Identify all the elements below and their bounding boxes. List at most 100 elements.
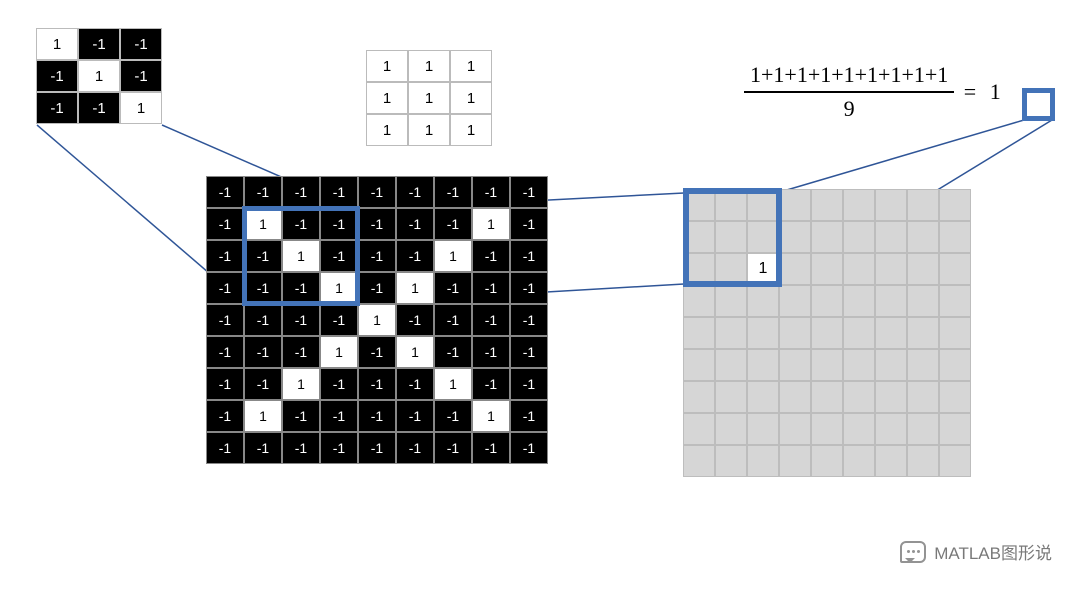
formula-result: 1: [986, 79, 1005, 104]
input-cell: -1: [206, 336, 244, 368]
output-cell: [683, 189, 715, 221]
input-cell: -1: [472, 272, 510, 304]
input-cell: -1: [244, 304, 282, 336]
output-cell: [843, 285, 875, 317]
input-cell: -1: [510, 176, 548, 208]
input-cell: -1: [358, 272, 396, 304]
output-cell: [747, 317, 779, 349]
input-cell: -1: [396, 176, 434, 208]
input-cell: 1: [434, 368, 472, 400]
input-cell: -1: [396, 208, 434, 240]
input-cell: -1: [358, 336, 396, 368]
input-cell: 1: [434, 240, 472, 272]
input-cell: -1: [282, 432, 320, 464]
output-cell: [875, 413, 907, 445]
highlight-result: [1022, 88, 1055, 121]
filter-cell: -1: [78, 92, 120, 124]
output-cell: [683, 221, 715, 253]
output-cell: [939, 189, 971, 221]
input-cell: 1: [396, 336, 434, 368]
input-cell: 1: [396, 272, 434, 304]
input-cell: -1: [282, 176, 320, 208]
output-cell: [811, 285, 843, 317]
input-cell: -1: [206, 304, 244, 336]
input-cell: -1: [510, 336, 548, 368]
output-cell: [939, 253, 971, 285]
ones-cell: 1: [366, 114, 408, 146]
input-cell: -1: [510, 208, 548, 240]
filter-cell: 1: [78, 60, 120, 92]
output-cell: 1: [747, 253, 779, 285]
output-cell: [747, 285, 779, 317]
input-cell: -1: [320, 432, 358, 464]
output-cell: [715, 221, 747, 253]
filter-matrix: 1-1-1-11-1-1-11: [36, 28, 162, 124]
input-cell: -1: [320, 304, 358, 336]
input-cell: 1: [244, 208, 282, 240]
ones-cell: 1: [408, 82, 450, 114]
output-cell: [875, 253, 907, 285]
filter-cell: -1: [78, 28, 120, 60]
output-cell: [715, 445, 747, 477]
filter-cell: -1: [120, 28, 162, 60]
filter-cell: -1: [120, 60, 162, 92]
output-cell: [747, 349, 779, 381]
input-cell: -1: [206, 432, 244, 464]
input-cell: -1: [320, 176, 358, 208]
input-matrix: -1-1-1-1-1-1-1-1-1-11-1-1-1-1-11-1-1-11-…: [206, 176, 548, 464]
output-cell: [907, 349, 939, 381]
filter-cell: -1: [36, 60, 78, 92]
output-cell: [939, 413, 971, 445]
input-cell: -1: [244, 336, 282, 368]
output-cell: [939, 317, 971, 349]
input-cell: -1: [358, 368, 396, 400]
input-cell: 1: [282, 368, 320, 400]
output-cell: [683, 413, 715, 445]
ones-matrix: 111111111: [366, 50, 492, 146]
input-cell: -1: [510, 400, 548, 432]
formula-denominator: 9: [744, 93, 954, 122]
output-cell: [843, 445, 875, 477]
input-cell: -1: [358, 432, 396, 464]
output-cell: [843, 413, 875, 445]
input-cell: -1: [434, 208, 472, 240]
output-cell: [843, 221, 875, 253]
filter-cell: 1: [120, 92, 162, 124]
ones-cell: 1: [366, 82, 408, 114]
output-cell: [811, 349, 843, 381]
output-matrix: 1: [683, 189, 971, 477]
output-cell: [747, 221, 779, 253]
ones-cell: 1: [408, 50, 450, 82]
output-cell: [875, 349, 907, 381]
input-cell: -1: [244, 176, 282, 208]
input-cell: -1: [244, 368, 282, 400]
watermark: MATLAB图形说: [900, 539, 1052, 564]
output-cell: [907, 253, 939, 285]
output-cell: [779, 253, 811, 285]
input-cell: -1: [434, 400, 472, 432]
output-cell: [939, 221, 971, 253]
input-cell: -1: [320, 240, 358, 272]
output-cell: [683, 381, 715, 413]
output-cell: [939, 349, 971, 381]
output-cell: [875, 221, 907, 253]
input-cell: -1: [206, 240, 244, 272]
output-cell: [843, 381, 875, 413]
input-cell: -1: [282, 272, 320, 304]
output-cell: [747, 189, 779, 221]
output-cell: [779, 285, 811, 317]
input-cell: 1: [244, 400, 282, 432]
output-cell: [715, 253, 747, 285]
output-cell: [779, 413, 811, 445]
output-cell: [811, 445, 843, 477]
input-cell: -1: [244, 432, 282, 464]
input-cell: -1: [244, 272, 282, 304]
output-cell: [811, 189, 843, 221]
input-cell: 1: [320, 272, 358, 304]
input-cell: 1: [282, 240, 320, 272]
output-cell: [907, 381, 939, 413]
output-cell: [779, 221, 811, 253]
output-cell: [811, 221, 843, 253]
ones-cell: 1: [366, 50, 408, 82]
input-cell: -1: [358, 240, 396, 272]
